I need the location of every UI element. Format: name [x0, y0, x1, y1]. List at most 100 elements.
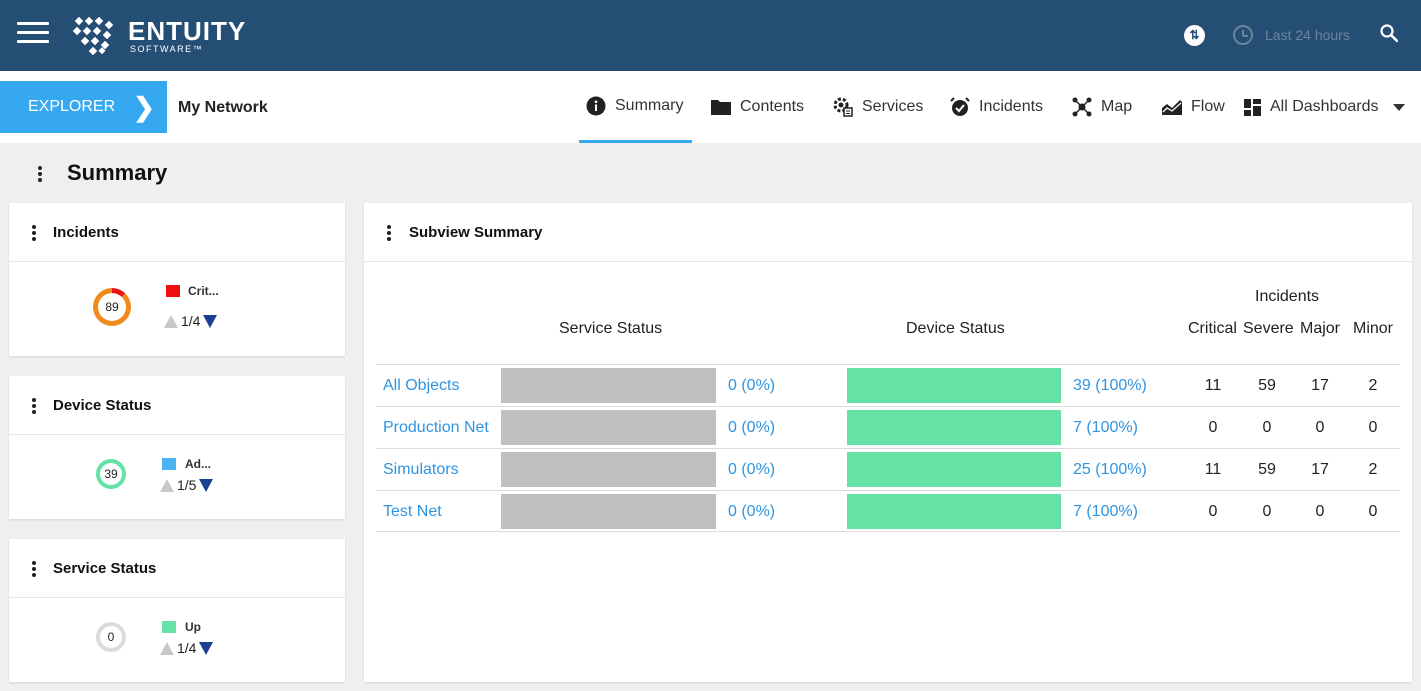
major-count[interactable]: 0 — [1300, 503, 1340, 521]
tab-label: Flow — [1191, 98, 1225, 115]
tab-flow[interactable]: Flow — [1162, 71, 1225, 143]
explorer-label: EXPLORER — [28, 98, 116, 115]
device-status-bar[interactable] — [847, 368, 1061, 403]
incidents-donut-chart[interactable]: 89 — [93, 288, 131, 326]
donut-total: 89 — [98, 293, 126, 321]
flow-chart-icon — [1162, 98, 1182, 116]
page-down-icon[interactable] — [203, 314, 218, 328]
chevron-right-icon: ❯ — [133, 92, 155, 122]
tab-summary[interactable]: Summary — [579, 71, 692, 143]
tab-incidents[interactable]: Incidents — [950, 71, 1043, 143]
page-up-icon[interactable] — [160, 478, 174, 492]
device-status-value[interactable]: 39 (100%) — [1073, 377, 1147, 395]
subview-link[interactable]: Simulators — [383, 461, 459, 479]
critical-count[interactable]: 0 — [1193, 503, 1233, 521]
tab-label: All Dashboards — [1270, 98, 1379, 115]
tab-services[interactable]: Services — [833, 71, 923, 143]
major-count[interactable]: 17 — [1300, 461, 1340, 479]
service-status-value[interactable]: 0 (0%) — [728, 377, 775, 395]
info-icon — [586, 96, 606, 116]
column-header-device-status[interactable]: Device Status — [906, 320, 1005, 338]
page-indicator: 1/5 — [177, 477, 197, 493]
column-header-minor[interactable]: Minor — [1353, 320, 1393, 338]
severe-count[interactable]: 0 — [1247, 419, 1287, 437]
page-title: Summary — [67, 160, 168, 185]
device-status-value[interactable]: 7 (100%) — [1073, 503, 1138, 521]
device-status-donut-chart[interactable]: 39 — [96, 459, 126, 489]
device-status-bar[interactable] — [847, 494, 1061, 529]
minor-count[interactable]: 2 — [1353, 377, 1393, 395]
minor-count[interactable]: 2 — [1353, 461, 1393, 479]
legend-pager: 1/5 — [160, 477, 214, 493]
device-status-value[interactable]: 25 (100%) — [1073, 461, 1147, 479]
service-status-value[interactable]: 0 (0%) — [728, 461, 775, 479]
major-count[interactable]: 17 — [1300, 377, 1340, 395]
table-row: Production Net 0 (0%) 7 (100%) 0 0 0 0 — [376, 406, 1400, 448]
service-status-value[interactable]: 0 (0%) — [728, 419, 775, 437]
widget-more-menu-icon[interactable] — [32, 561, 36, 579]
minor-count[interactable]: 0 — [1353, 419, 1393, 437]
menu-icon[interactable] — [17, 22, 49, 44]
widget-more-menu-icon[interactable] — [387, 225, 391, 243]
time-range-selector[interactable]: Last 24 hours — [1265, 27, 1350, 43]
widget-header: Incidents — [9, 203, 345, 262]
widget-title: Subview Summary — [409, 224, 543, 241]
page-more-menu-icon[interactable] — [38, 166, 42, 184]
device-status-bar[interactable] — [847, 452, 1061, 487]
service-status-bar[interactable] — [501, 368, 716, 403]
clock-icon — [1233, 25, 1253, 45]
widget-header: Subview Summary — [364, 203, 1412, 262]
service-status-bar[interactable] — [501, 494, 716, 529]
widget-more-menu-icon[interactable] — [32, 398, 36, 416]
folder-icon — [711, 98, 731, 116]
critical-count[interactable]: 0 — [1193, 419, 1233, 437]
explorer-button[interactable]: EXPLORER ❯ — [0, 81, 167, 133]
service-status-donut-chart[interactable]: 0 — [96, 622, 126, 652]
device-status-bar[interactable] — [847, 410, 1061, 445]
bar-fill-up — [847, 452, 1061, 487]
subview-link[interactable]: Test Net — [383, 503, 442, 521]
page-up-icon[interactable] — [164, 314, 178, 328]
critical-count[interactable]: 11 — [1193, 377, 1233, 395]
tab-map[interactable]: Map — [1072, 71, 1132, 143]
column-header-service-status[interactable]: Service Status — [559, 320, 662, 338]
critical-count[interactable]: 11 — [1193, 461, 1233, 479]
dashboard-grid-icon — [1244, 98, 1261, 116]
table-row: Test Net 0 (0%) 7 (100%) 0 0 0 0 — [376, 490, 1400, 532]
entuity-logo[interactable]: ENTUITY SOFTWARE™ — [72, 16, 246, 56]
legend-label[interactable]: Up — [185, 620, 201, 634]
tab-all-dashboards[interactable]: All Dashboards — [1244, 71, 1405, 143]
device-status-value[interactable]: 7 (100%) — [1073, 419, 1138, 437]
service-status-value[interactable]: 0 (0%) — [728, 503, 775, 521]
donut-total: 0 — [100, 626, 122, 648]
minor-count[interactable]: 0 — [1353, 503, 1393, 521]
tab-contents[interactable]: Contents — [711, 71, 804, 143]
column-header-severe[interactable]: Severe — [1243, 320, 1294, 338]
widget-more-menu-icon[interactable] — [32, 225, 36, 243]
severe-count[interactable]: 59 — [1247, 377, 1287, 395]
widget-title: Incidents — [53, 224, 119, 241]
legend-label[interactable]: Ad... — [185, 457, 211, 471]
major-count[interactable]: 0 — [1300, 419, 1340, 437]
chevron-down-icon[interactable] — [1392, 103, 1405, 111]
table-row: All Objects 0 (0%) 39 (100%) 11 59 17 2 — [376, 364, 1400, 406]
map-network-icon — [1072, 97, 1092, 117]
severe-count[interactable]: 59 — [1247, 461, 1287, 479]
legend-label[interactable]: Crit... — [188, 284, 219, 298]
page-down-icon[interactable] — [199, 478, 214, 492]
sync-icon[interactable]: ⇅ — [1184, 25, 1205, 46]
legend-swatch — [162, 621, 176, 633]
service-status-bar[interactable] — [501, 410, 716, 445]
column-header-major[interactable]: Major — [1300, 320, 1340, 338]
top-bar: ENTUITY SOFTWARE™ ⇅ Last 24 hours — [0, 0, 1421, 71]
page-up-icon[interactable] — [160, 641, 174, 655]
severe-count[interactable]: 0 — [1247, 503, 1287, 521]
search-icon[interactable] — [1380, 24, 1398, 42]
tab-label: Incidents — [979, 98, 1044, 115]
column-group-incidents: Incidents — [1255, 288, 1320, 305]
page-down-icon[interactable] — [199, 641, 214, 655]
subview-link[interactable]: All Objects — [383, 377, 459, 395]
column-header-critical[interactable]: Critical — [1188, 320, 1237, 338]
subview-link[interactable]: Production Net — [383, 419, 489, 437]
service-status-bar[interactable] — [501, 452, 716, 487]
